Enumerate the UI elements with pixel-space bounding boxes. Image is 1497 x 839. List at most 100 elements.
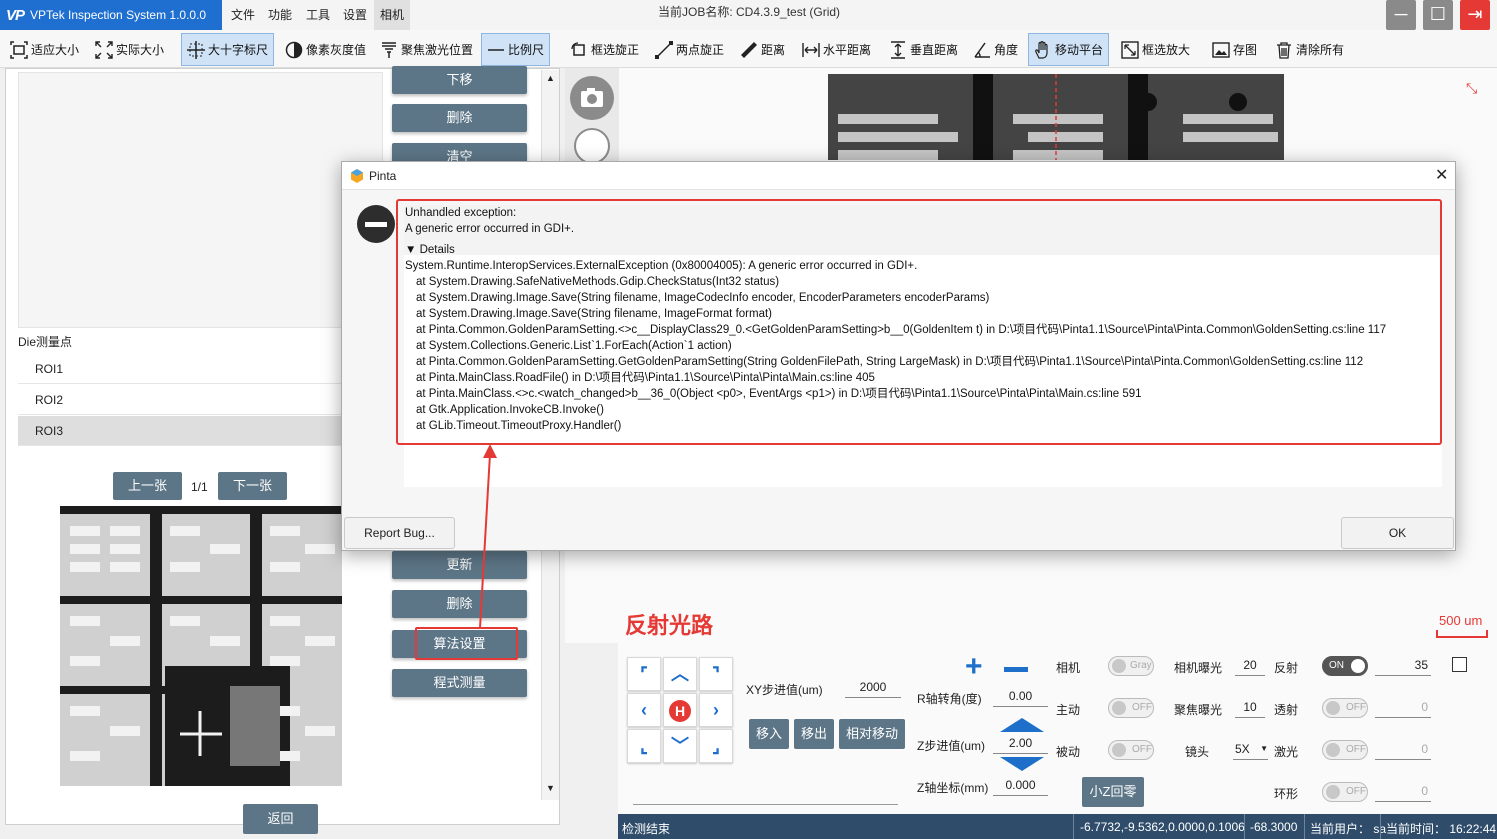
menu-settings[interactable]: 设置 <box>337 0 373 30</box>
roi-item-selected[interactable]: ROI3 <box>18 416 343 446</box>
small-z-home-button[interactable]: 小Z回零 <box>1082 777 1144 807</box>
menu-function[interactable]: 功能 <box>262 0 298 30</box>
horizontal-distance-icon <box>802 42 820 57</box>
distance-button[interactable]: 距离 <box>735 33 790 66</box>
move-up-right-icon[interactable]: ⌝ <box>699 657 733 691</box>
active-label: 主动 <box>1056 703 1081 717</box>
clear-all-button[interactable]: 清除所有 <box>1270 33 1349 66</box>
menu-camera[interactable]: 相机 <box>374 0 411 30</box>
back-button[interactable]: 返回 <box>243 804 318 834</box>
roi-item[interactable]: ROI1 <box>18 354 343 384</box>
camera-mode-label: 相机 <box>1056 661 1081 675</box>
move-out-button[interactable]: 移出 <box>794 719 834 749</box>
move-stage-button[interactable]: 移动平台 <box>1028 33 1110 66</box>
move-down-icon[interactable]: ﹀ <box>663 729 697 763</box>
vertical-distance-icon <box>891 40 905 59</box>
scroll-up-icon[interactable]: ▲ <box>546 73 555 83</box>
laser-value-input[interactable]: 0 <box>1375 738 1431 760</box>
annotation-arrow <box>479 444 497 629</box>
move-left-icon[interactable]: ‹ <box>627 693 661 727</box>
fit-size-button[interactable]: 适应大小 <box>5 33 84 66</box>
reflect-value-input[interactable]: 35 <box>1375 654 1431 676</box>
delete-top-button[interactable]: 删除 <box>392 104 527 132</box>
box-zoom-button[interactable]: 框选放大 <box>1116 33 1195 66</box>
camera-image-content <box>828 74 1284 160</box>
ok-button[interactable]: OK <box>1341 517 1454 549</box>
expand-icon[interactable]: ⤡ <box>1466 80 1477 97</box>
exit-icon[interactable]: ⇥ <box>1460 0 1490 30</box>
transmit-toggle[interactable]: OFF <box>1322 698 1368 718</box>
horizontal-distance-button[interactable]: 水平距离 <box>797 33 876 66</box>
reflect-toggle[interactable]: ON <box>1322 656 1368 676</box>
passive-toggle[interactable]: OFF <box>1108 740 1154 760</box>
error-icon-bar <box>365 222 387 227</box>
report-bug-button[interactable]: Report Bug... <box>344 517 455 549</box>
active-toggle[interactable]: OFF <box>1108 698 1154 718</box>
grid-camera-icon[interactable] <box>574 128 610 164</box>
minimize-icon[interactable]: ─ <box>1386 0 1416 30</box>
actual-size-icon <box>95 40 113 59</box>
menu-file[interactable]: 文件 <box>225 0 261 30</box>
z-step-input[interactable]: 2.00 <box>993 732 1048 754</box>
horizontal-distance-label: 水平距离 <box>823 43 872 57</box>
move-up-icon[interactable]: ︿ <box>663 657 697 691</box>
active-toggle-text: OFF <box>1132 702 1152 713</box>
maximize-icon[interactable]: ☐ <box>1423 0 1453 30</box>
status-value: -68.3000 <box>1250 820 1298 834</box>
scroll-down-icon[interactable]: ▼ <box>546 783 555 793</box>
next-image-button[interactable]: 下一张 <box>218 472 287 500</box>
actual-size-button[interactable]: 实际大小 <box>90 33 169 66</box>
laser-label: 激光 <box>1274 745 1299 759</box>
status-divider <box>1073 814 1074 839</box>
scale-bar-button[interactable]: 比例尺 <box>481 33 551 66</box>
relative-move-button[interactable]: 相对移动 <box>839 719 905 749</box>
update-button[interactable]: 更新 <box>392 551 527 579</box>
roi-item[interactable]: ROI2 <box>18 385 343 415</box>
camera-mode-toggle[interactable]: Gray <box>1108 656 1154 676</box>
ring-value-input[interactable]: 0 <box>1375 780 1431 802</box>
zoom-minus-icon[interactable] <box>1004 667 1028 672</box>
zoom-plus-icon[interactable]: + <box>965 652 983 682</box>
camera-icon[interactable] <box>570 76 614 120</box>
camera-exposure-input[interactable]: 20 <box>1235 654 1265 676</box>
laser-toggle[interactable]: OFF <box>1322 740 1368 760</box>
move-up-left-icon[interactable]: ⌜ <box>627 657 661 691</box>
vertical-distance-button[interactable]: 垂直距离 <box>884 33 963 66</box>
focus-exposure-input[interactable]: 10 <box>1235 696 1265 718</box>
transmit-value-input[interactable]: 0 <box>1375 696 1431 718</box>
lens-value: 5X <box>1235 742 1250 756</box>
move-down-right-icon[interactable]: ⌟ <box>699 729 733 763</box>
program-measure-button[interactable]: 程式测量 <box>392 669 527 697</box>
crosshair-label: 大十字标尺 <box>208 43 269 57</box>
move-right-icon[interactable]: › <box>699 693 733 727</box>
move-down-left-icon[interactable]: ⌞ <box>627 729 661 763</box>
prev-image-button[interactable]: 上一张 <box>113 472 182 500</box>
menu-tools[interactable]: 工具 <box>300 0 336 30</box>
angle-button[interactable]: 角度 <box>968 33 1023 66</box>
home-icon: H <box>669 700 691 722</box>
status-divider <box>1380 814 1381 839</box>
save-image-button[interactable]: 存图 <box>1207 33 1262 66</box>
reflect-checkbox[interactable] <box>1452 657 1467 672</box>
crosshair-button[interactable]: 大十字标尺 <box>181 33 275 66</box>
delete-bottom-button[interactable]: 删除 <box>392 590 527 618</box>
grayscale-button[interactable]: 像素灰度值 <box>280 33 371 66</box>
move-down-button[interactable]: 下移 <box>392 66 527 94</box>
box-rotate-button[interactable]: 框选旋正 <box>565 33 644 66</box>
move-in-button[interactable]: 移入 <box>749 719 789 749</box>
fit-size-label: 适应大小 <box>31 43 80 57</box>
pinta-icon <box>351 169 363 183</box>
two-point-rotate-button[interactable]: 两点旋正 <box>650 33 729 66</box>
laser-position-button[interactable]: 聚焦激光位置 <box>375 33 478 66</box>
lens-select[interactable]: 5X ▼ <box>1233 738 1268 760</box>
status-time: 当前时间： 16:22:44 <box>1386 822 1497 836</box>
z-coord-label: Z轴坐标(mm) <box>917 781 989 795</box>
z-up-icon[interactable] <box>1000 718 1044 732</box>
z-down-icon[interactable] <box>1000 757 1044 771</box>
r-angle-input[interactable]: 0.00 <box>993 685 1048 707</box>
ring-toggle[interactable]: OFF <box>1322 782 1368 802</box>
save-image-label: 存图 <box>1233 43 1258 57</box>
home-button[interactable]: H <box>663 693 697 727</box>
close-icon[interactable]: ✕ <box>1435 165 1448 185</box>
xy-step-input[interactable]: 2000 <box>845 676 901 698</box>
